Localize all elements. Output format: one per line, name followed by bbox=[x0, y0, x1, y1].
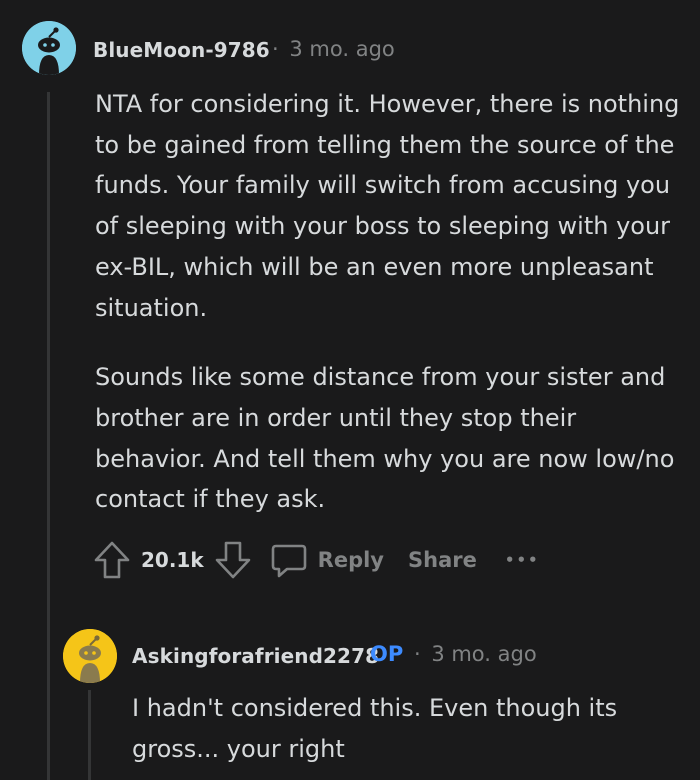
snoo-avatar-icon bbox=[63, 629, 117, 683]
more-options-icon[interactable]: ••• bbox=[505, 551, 540, 569]
meta-separator: · bbox=[272, 37, 279, 61]
snoo-avatar-icon bbox=[22, 21, 76, 75]
comment-meta: · 3 mo. ago bbox=[272, 37, 395, 61]
speech-bubble-icon bbox=[270, 541, 308, 579]
comment-meta: OP · 3 mo. ago bbox=[370, 642, 537, 666]
thread-line-main[interactable] bbox=[47, 92, 50, 780]
comment-timestamp[interactable]: 3 mo. ago bbox=[431, 642, 536, 666]
comment-body: I hadn't considered this. Even though it… bbox=[132, 688, 652, 769]
comment-timestamp[interactable]: 3 mo. ago bbox=[289, 37, 394, 61]
comment-username[interactable]: Askingforafriend2278 bbox=[132, 644, 379, 668]
share-button[interactable]: Share bbox=[408, 548, 477, 572]
op-badge: OP bbox=[370, 642, 404, 666]
downvote-arrow-icon[interactable] bbox=[214, 540, 252, 580]
comment-body: NTA for considering it. However, there i… bbox=[95, 84, 685, 520]
meta-separator: · bbox=[413, 642, 421, 666]
comment-paragraph: Sounds like some distance from your sist… bbox=[95, 363, 675, 514]
comment-actions: 20.1k Reply Share ••• bbox=[93, 538, 540, 582]
reply-label: Reply bbox=[317, 548, 384, 572]
comment-paragraph: I hadn't considered this. Even though it… bbox=[132, 694, 618, 763]
thread-line-reply[interactable] bbox=[88, 690, 91, 780]
comment-paragraph: NTA for considering it. However, there i… bbox=[95, 90, 680, 322]
vote-count: 20.1k bbox=[141, 548, 204, 572]
avatar[interactable] bbox=[63, 629, 117, 683]
upvote-arrow-icon[interactable] bbox=[93, 540, 131, 580]
comment-username[interactable]: BlueMoon-9786 bbox=[93, 38, 270, 62]
avatar[interactable] bbox=[22, 21, 76, 75]
reply-button[interactable]: Reply bbox=[270, 541, 384, 579]
